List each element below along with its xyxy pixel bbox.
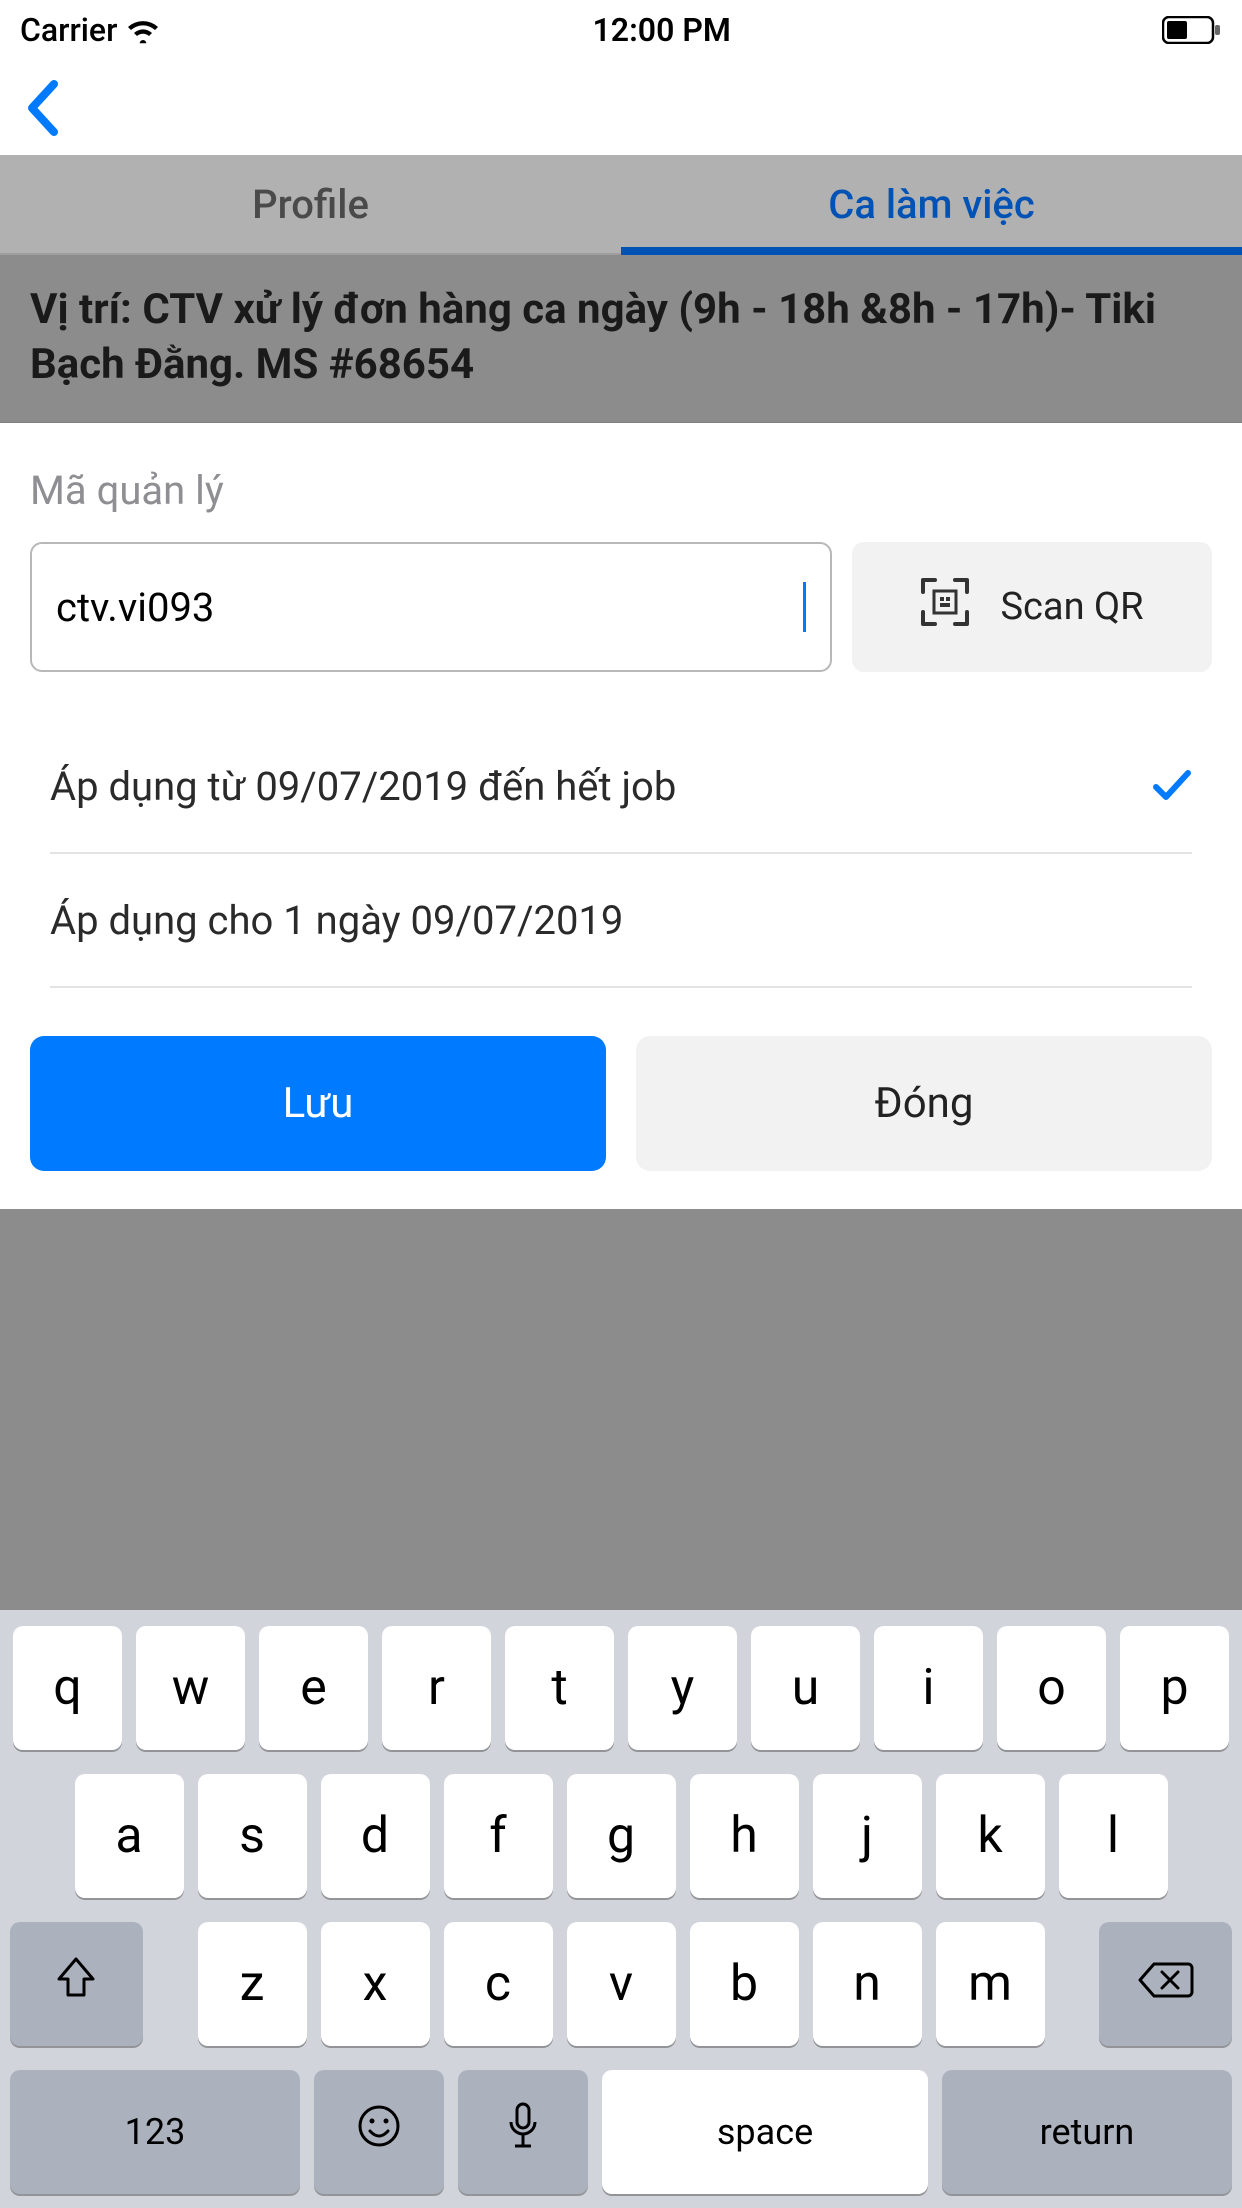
action-row: Lưu Đóng — [0, 998, 1242, 1209]
wifi-icon — [125, 16, 161, 44]
mic-key[interactable] — [458, 2070, 588, 2194]
emoji-icon — [356, 2103, 402, 2162]
key-q[interactable]: q — [13, 1626, 122, 1750]
scan-qr-button[interactable]: Scan QR — [852, 542, 1212, 672]
space-label: space — [717, 2111, 813, 2153]
qr-icon — [920, 577, 970, 637]
key-y[interactable]: y — [628, 1626, 737, 1750]
text-caret — [803, 582, 806, 632]
position-text: Vị trí: CTV xử lý đơn hàng ca ngày (9h -… — [30, 285, 1156, 389]
option-apply-from-date[interactable]: Áp dụng từ 09/07/2019 đến hết job — [50, 720, 1192, 854]
key-m[interactable]: m — [936, 1922, 1045, 2046]
close-button[interactable]: Đóng — [636, 1036, 1212, 1171]
tab-profile-label: Profile — [252, 181, 369, 228]
key-v[interactable]: v — [567, 1922, 676, 2046]
close-label: Đóng — [875, 1079, 974, 1128]
key-p[interactable]: p — [1120, 1626, 1229, 1750]
numbers-key[interactable]: 123 — [10, 2070, 300, 2194]
key-n[interactable]: n — [813, 1922, 922, 2046]
return-label: return — [1040, 2111, 1135, 2153]
nav-bar — [0, 60, 1242, 155]
key-e[interactable]: e — [259, 1626, 368, 1750]
key-c[interactable]: c — [444, 1922, 553, 2046]
code-input[interactable] — [56, 584, 805, 631]
return-key[interactable]: return — [942, 2070, 1232, 2194]
tab-schedule-label: Ca làm việc — [828, 181, 1035, 228]
backspace-icon — [1138, 1955, 1194, 2013]
tab-bar: Profile Ca làm việc — [0, 155, 1242, 255]
scan-qr-label: Scan QR — [1000, 585, 1143, 629]
mic-icon — [506, 2102, 540, 2163]
option-label: Áp dụng từ 09/07/2019 đến hết job — [50, 763, 676, 810]
clock-label: 12:00 PM — [593, 11, 731, 49]
key-w[interactable]: w — [136, 1626, 245, 1750]
key-x[interactable]: x — [321, 1922, 430, 2046]
numbers-label: 123 — [125, 2111, 186, 2153]
background-scrim — [0, 1209, 1242, 1610]
key-o[interactable]: o — [997, 1626, 1106, 1750]
key-j[interactable]: j — [813, 1774, 922, 1898]
save-label: Lưu — [283, 1079, 354, 1128]
key-l[interactable]: l — [1059, 1774, 1168, 1898]
key-a[interactable]: a — [75, 1774, 184, 1898]
key-h[interactable]: h — [690, 1774, 799, 1898]
position-banner: Vị trí: CTV xử lý đơn hàng ca ngày (9h -… — [0, 255, 1242, 423]
space-key[interactable]: space — [602, 2070, 928, 2194]
tab-schedule[interactable]: Ca làm việc — [621, 155, 1242, 253]
key-s[interactable]: s — [198, 1774, 307, 1898]
form-section: Mã quản lý Scan QR — [0, 423, 1242, 710]
key-d[interactable]: d — [321, 1774, 430, 1898]
options-list: Áp dụng từ 09/07/2019 đến hết job Áp dụn… — [0, 710, 1242, 998]
key-k[interactable]: k — [936, 1774, 1045, 1898]
status-bar: Carrier 12:00 PM — [0, 0, 1242, 60]
checkmark-icon — [1152, 760, 1192, 812]
option-apply-single-day[interactable]: Áp dụng cho 1 ngày 09/07/2019 — [50, 854, 1192, 988]
back-button[interactable] — [24, 78, 64, 138]
key-t[interactable]: t — [505, 1626, 614, 1750]
backspace-key[interactable] — [1099, 1922, 1232, 2046]
key-z[interactable]: z — [198, 1922, 307, 2046]
keyboard: qwertyuiop asdfghjkl zxcvbnm — [0, 1610, 1242, 2208]
shift-key[interactable] — [10, 1922, 143, 2046]
key-b[interactable]: b — [690, 1922, 799, 2046]
battery-icon — [1162, 16, 1222, 44]
key-i[interactable]: i — [874, 1626, 983, 1750]
key-g[interactable]: g — [567, 1774, 676, 1898]
carrier-label: Carrier — [20, 11, 117, 49]
emoji-key[interactable] — [314, 2070, 444, 2194]
option-label: Áp dụng cho 1 ngày 09/07/2019 — [50, 897, 623, 944]
tab-profile[interactable]: Profile — [0, 155, 621, 253]
shift-icon — [53, 1955, 99, 2014]
code-input-wrap[interactable] — [30, 542, 832, 672]
save-button[interactable]: Lưu — [30, 1036, 606, 1171]
code-label: Mã quản lý — [30, 467, 1212, 514]
key-f[interactable]: f — [444, 1774, 553, 1898]
key-u[interactable]: u — [751, 1626, 860, 1750]
key-r[interactable]: r — [382, 1626, 491, 1750]
